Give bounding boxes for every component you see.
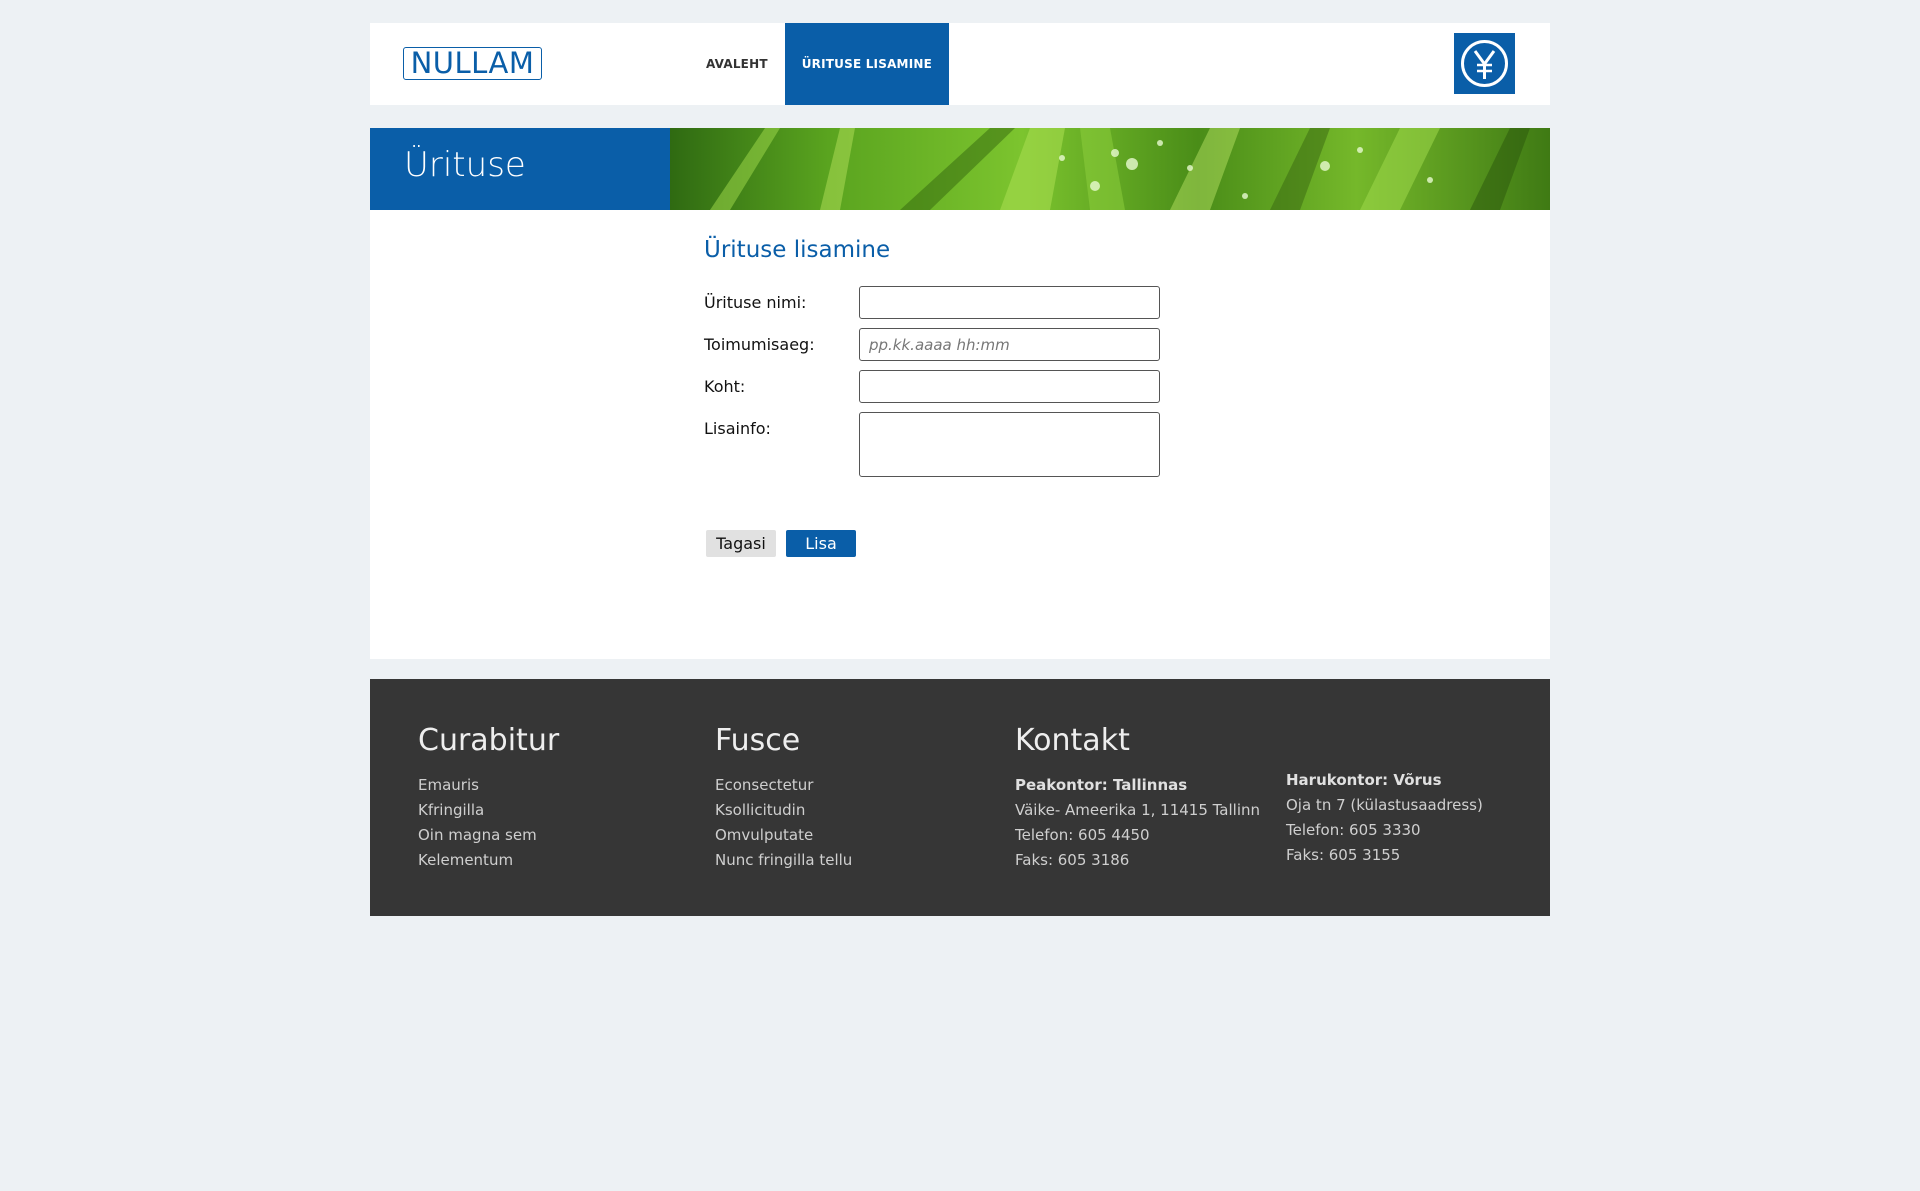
footer-col-title: Kontakt [1015,723,1130,758]
form-buttons: Tagasi Lisa [706,530,1160,557]
branch-office-fax: Faks: 605 3155 [1286,846,1401,864]
event-time-label: Toimumisaeg: [704,335,815,354]
nav-item-avaleht[interactable]: AVALEHT [689,23,785,105]
field-row-info: Lisainfo: [704,412,1160,477]
event-info-label: Lisainfo: [704,419,771,438]
footer-link[interactable]: Emauris [418,776,479,794]
field-row-time: Toimumisaeg: [704,328,1160,361]
page: NULLAM AVALEHT ÜRITUSE LISAMINE Ürituse … [370,23,1550,916]
footer-col-title: Fusce [715,723,801,758]
main-content: Ürituse lisamine Ürituse nimi: Toimumisa… [370,210,1550,659]
footer-col-curabitur: Curabitur Emauris Kfringilla Oin magna s… [418,723,559,873]
branch-office-phone: Telefon: 605 3330 [1286,821,1421,839]
head-office-address: Väike- Ameerika 1, 11415 Tallinn [1015,801,1261,819]
event-name-label: Ürituse nimi: [704,293,807,312]
event-time-input[interactable] [859,328,1160,361]
footer-link[interactable]: Nunc fringilla tellu [715,851,852,869]
footer-link[interactable]: Omvulputate [715,826,813,844]
footer-link[interactable]: Kfringilla [418,801,484,819]
header: NULLAM AVALEHT ÜRITUSE LISAMINE [370,23,1550,105]
head-office-phone: Telefon: 605 4450 [1015,826,1150,844]
footer-col-branch: Harukontor: Võrus Oja tn 7 (külastusaadr… [1286,768,1483,868]
nav-item-urituse-lisamine[interactable]: ÜRITUSE LISAMINE [784,23,950,105]
add-button[interactable]: Lisa [786,530,856,557]
back-button[interactable]: Tagasi [706,530,776,557]
branch-office-address: Oja tn 7 (külastusaadress) [1286,796,1483,814]
yen-coin-icon [1454,33,1515,94]
head-office-fax: Faks: 605 3186 [1015,851,1130,869]
event-form: Ürituse lisamine Ürituse nimi: Toimumisa… [704,237,1160,557]
footer-col-fusce: Fusce Econsectetur Ksollicitudin Omvulpu… [715,723,852,873]
grass-banner-image [670,128,1550,210]
branch-office-title: Harukontor: Võrus [1286,771,1442,789]
footer-link[interactable]: Kelementum [418,851,513,869]
event-place-label: Koht: [704,377,746,396]
footer: Curabitur Emauris Kfringilla Oin magna s… [370,679,1550,916]
event-name-input[interactable] [859,286,1160,319]
form-title: Ürituse lisamine [704,237,891,263]
footer-link[interactable]: Oin magna sem [418,826,537,844]
event-place-input[interactable] [859,370,1160,403]
field-row-name: Ürituse nimi: [704,286,1160,319]
head-office-title: Peakontor: Tallinnas [1015,776,1188,794]
logo[interactable]: NULLAM [403,47,542,80]
main-nav: AVALEHT ÜRITUSE LISAMINE [689,23,950,105]
page-banner: Ürituse lisamine [370,128,1550,259]
footer-link[interactable]: Econsectetur [715,776,813,794]
field-row-place: Koht: [704,370,1160,403]
footer-col-title: Curabitur [418,723,560,758]
event-info-textarea[interactable] [859,412,1160,477]
footer-col-kontakt: Kontakt Peakontor: Tallinnas Väike- Amee… [1015,723,1260,873]
footer-link[interactable]: Ksollicitudin [715,801,805,819]
banner-title: Ürituse lisamine [370,128,670,259]
